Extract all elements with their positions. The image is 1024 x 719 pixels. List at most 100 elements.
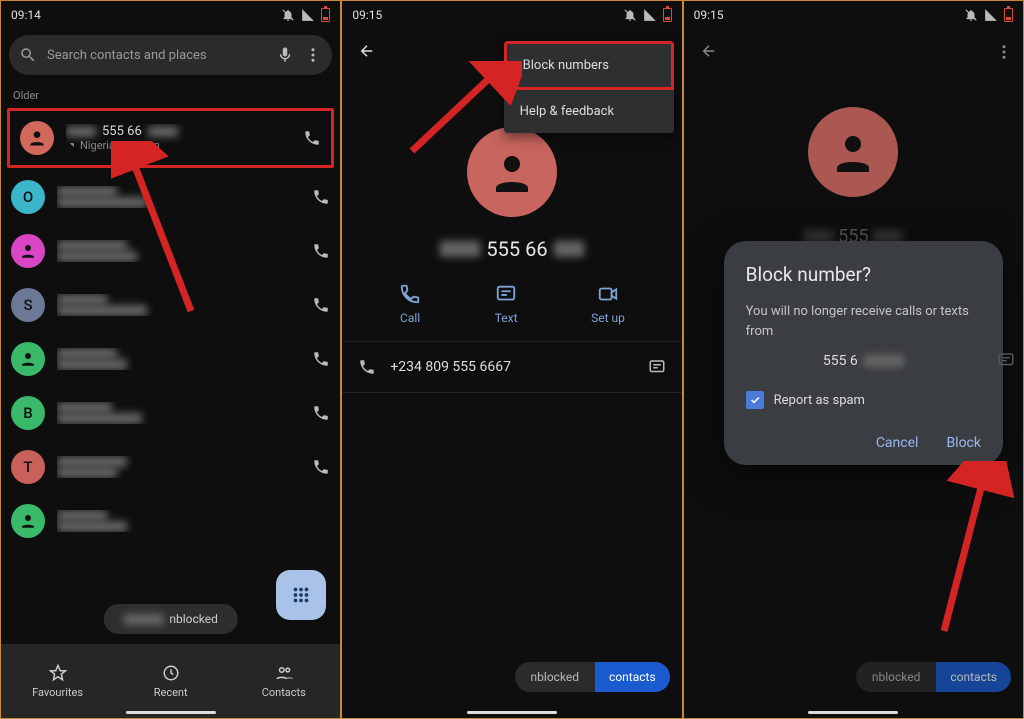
block-dialog: Block number? You will no longer receive…	[724, 241, 1003, 465]
message-icon	[997, 351, 1015, 369]
avatar	[20, 121, 54, 155]
panel-block-dialog: 09:15 555 Block number? You will no long…	[683, 0, 1024, 719]
bell-off-icon	[964, 8, 978, 22]
block-button[interactable]: Block	[946, 435, 981, 451]
chip-unblocked: nblocked	[515, 662, 596, 692]
avatar: S	[11, 288, 45, 322]
call-button[interactable]: Call	[399, 283, 421, 325]
arrow-left-icon	[700, 42, 718, 60]
avatar	[11, 234, 45, 268]
call-row[interactable]	[1, 224, 340, 278]
overflow-icon[interactable]	[304, 46, 322, 64]
annotation-arrow	[884, 461, 1014, 641]
number-detail-row[interactable]: +234 809 555 6667	[342, 341, 681, 393]
phone-icon[interactable]	[312, 242, 330, 260]
video-icon	[597, 283, 619, 305]
menu-block-numbers[interactable]: Block numbers	[504, 41, 674, 90]
call-info: 555 66 Nigeria • 16 Jan	[66, 124, 291, 152]
gesture-bar	[808, 711, 898, 714]
report-spam-row[interactable]: Report as spam	[746, 387, 981, 429]
clock: 09:15	[352, 8, 382, 22]
call-row[interactable]: T	[1, 440, 340, 494]
status-bar: 09:14	[1, 1, 340, 29]
avatar	[11, 342, 45, 376]
mic-icon[interactable]	[276, 46, 294, 64]
person-icon	[488, 148, 536, 196]
dialog-number: 555 6	[746, 341, 981, 387]
outgoing-icon	[66, 141, 76, 151]
battery-low-icon	[321, 8, 330, 22]
phone-icon[interactable]	[312, 296, 330, 314]
signal-icon	[643, 8, 657, 22]
dialpad-icon	[290, 584, 312, 606]
search-placeholder: Search contacts and places	[47, 48, 266, 63]
dialog-title: Block number?	[746, 263, 981, 286]
phone-icon	[399, 283, 421, 305]
phone-icon[interactable]	[312, 458, 330, 476]
section-older: Older	[1, 81, 340, 106]
clock: 09:14	[11, 8, 41, 22]
search-icon	[19, 46, 37, 64]
panel-recents: 09:14 Search contacts and places Older 5…	[0, 0, 341, 719]
call-row[interactable]: O	[1, 170, 340, 224]
battery-low-icon	[1004, 8, 1013, 22]
status-icons	[281, 8, 330, 22]
overflow-button[interactable]	[995, 43, 1013, 65]
avatar: B	[11, 396, 45, 430]
clock-icon	[162, 664, 180, 682]
tab-recent[interactable]: Recent	[114, 644, 227, 718]
avatar: T	[11, 450, 45, 484]
overflow-menu: Block numbers Help & feedback	[504, 41, 674, 133]
chip-contacts[interactable]: contacts	[595, 662, 670, 692]
message-icon	[495, 283, 517, 305]
phone-icon	[358, 358, 376, 376]
clock: 09:15	[694, 8, 724, 22]
text-button[interactable]: Text	[495, 283, 518, 325]
snackbar-chips: nblocked contacts	[515, 662, 670, 692]
call-date: 16 Jan	[127, 139, 160, 152]
status-bar: 09:15	[342, 1, 681, 29]
panel-contact-detail: 09:15 555 66 Call Text Set up	[341, 0, 682, 719]
avatar	[11, 504, 45, 538]
chip-contacts[interactable]: contacts	[936, 662, 1011, 692]
call-row[interactable]	[1, 494, 340, 548]
tab-contacts[interactable]: Contacts	[227, 644, 340, 718]
signal-icon	[984, 8, 998, 22]
search-bar[interactable]: Search contacts and places	[9, 35, 332, 75]
call-row[interactable]: S	[1, 278, 340, 332]
bell-off-icon	[281, 8, 295, 22]
back-button[interactable]	[350, 34, 384, 72]
overflow-icon	[995, 43, 1013, 61]
snackbar-chips: nblocked contacts	[856, 662, 1011, 692]
call-row[interactable]: B	[1, 386, 340, 440]
contact-avatar	[808, 107, 898, 197]
action-row: Call Text Set up	[342, 277, 681, 341]
phone-icon[interactable]	[312, 404, 330, 422]
tab-favourites[interactable]: Favourites	[1, 644, 114, 718]
toast: nblocked	[103, 604, 238, 634]
bottom-nav: Favourites Recent Contacts	[1, 644, 340, 718]
number-partial: 555 66	[102, 124, 142, 139]
cancel-button[interactable]: Cancel	[876, 435, 919, 451]
avatar: O	[11, 180, 45, 214]
dialog-body: You will no longer receive calls or text…	[746, 302, 981, 341]
call-row[interactable]	[1, 332, 340, 386]
keypad-fab[interactable]	[276, 570, 326, 620]
setup-button[interactable]: Set up	[591, 283, 625, 325]
dialog-actions: Cancel Block	[746, 429, 981, 451]
phone-icon[interactable]	[312, 188, 330, 206]
gesture-bar	[126, 711, 216, 714]
call-row[interactable]: 555 66 Nigeria • 16 Jan	[10, 111, 331, 165]
arrow-left-icon	[358, 42, 376, 60]
phone-icon[interactable]	[303, 129, 321, 147]
contact-avatar	[467, 127, 557, 217]
message-icon[interactable]	[648, 358, 666, 376]
bell-off-icon	[623, 8, 637, 22]
signal-icon	[301, 8, 315, 22]
person-icon	[829, 128, 877, 176]
back-button[interactable]	[692, 34, 726, 72]
menu-help-feedback[interactable]: Help & feedback	[504, 90, 674, 133]
location: Nigeria	[80, 139, 115, 152]
phone-icon[interactable]	[312, 350, 330, 368]
checkbox-checked-icon[interactable]	[746, 391, 764, 409]
